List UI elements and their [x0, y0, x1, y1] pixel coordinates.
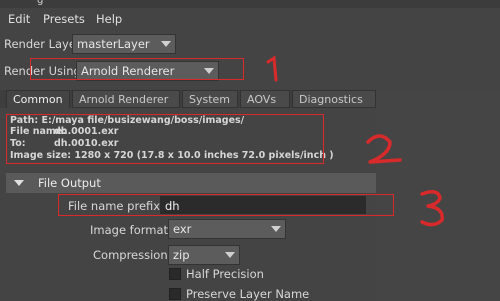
compression-value: zip — [173, 248, 190, 262]
chevron-down-icon — [267, 220, 285, 238]
render-layer-dropdown[interactable]: masterLayer — [72, 34, 176, 54]
annotation-number-2 — [366, 134, 402, 164]
chevron-down-icon — [157, 35, 175, 53]
file-output-section-header[interactable]: File Output — [6, 173, 376, 193]
compression-dropdown[interactable]: zip — [168, 245, 240, 265]
menu-edit[interactable]: Edit — [8, 12, 30, 26]
preserve-layer-name-label: Preserve Layer Name — [186, 287, 310, 301]
compression-label: Compression — [93, 248, 168, 262]
annotation-number-1 — [266, 55, 278, 82]
half-precision-checkbox[interactable] — [169, 268, 181, 280]
tab-arnold-renderer[interactable]: Arnold Renderer — [72, 90, 180, 108]
tab-diagnostics[interactable]: Diagnostics — [292, 90, 376, 108]
render-layer-value: masterLayer — [77, 37, 150, 51]
tab-bar: Common Arnold Renderer System AOVs Diagn… — [0, 90, 376, 108]
menu-presets[interactable]: Presets — [43, 12, 85, 26]
annotation-box-1 — [30, 58, 244, 80]
collapse-triangle-icon — [14, 180, 24, 186]
image-format-value: exr — [173, 222, 192, 236]
chevron-down-icon — [221, 246, 239, 264]
annotation-box-2 — [6, 114, 324, 164]
half-precision-label: Half Precision — [186, 267, 264, 281]
window-title-fragment: g — [37, 0, 44, 6]
file-output-title: File Output — [38, 176, 101, 190]
menu-help[interactable]: Help — [96, 12, 122, 26]
annotation-box-3 — [58, 194, 394, 216]
preserve-layer-name-checkbox[interactable] — [169, 288, 181, 300]
image-format-label: Image format: — [90, 223, 172, 237]
annotation-number-3 — [420, 190, 444, 227]
image-format-dropdown[interactable]: exr — [168, 219, 286, 239]
tab-common[interactable]: Common — [6, 90, 70, 108]
menu-bar: Edit Presets Help — [0, 8, 500, 30]
tab-aovs[interactable]: AOVs — [240, 90, 290, 108]
window-title-strip: g — [0, 0, 500, 8]
render-layer-label: Render Layer — [4, 37, 81, 51]
tab-system[interactable]: System — [182, 90, 238, 108]
